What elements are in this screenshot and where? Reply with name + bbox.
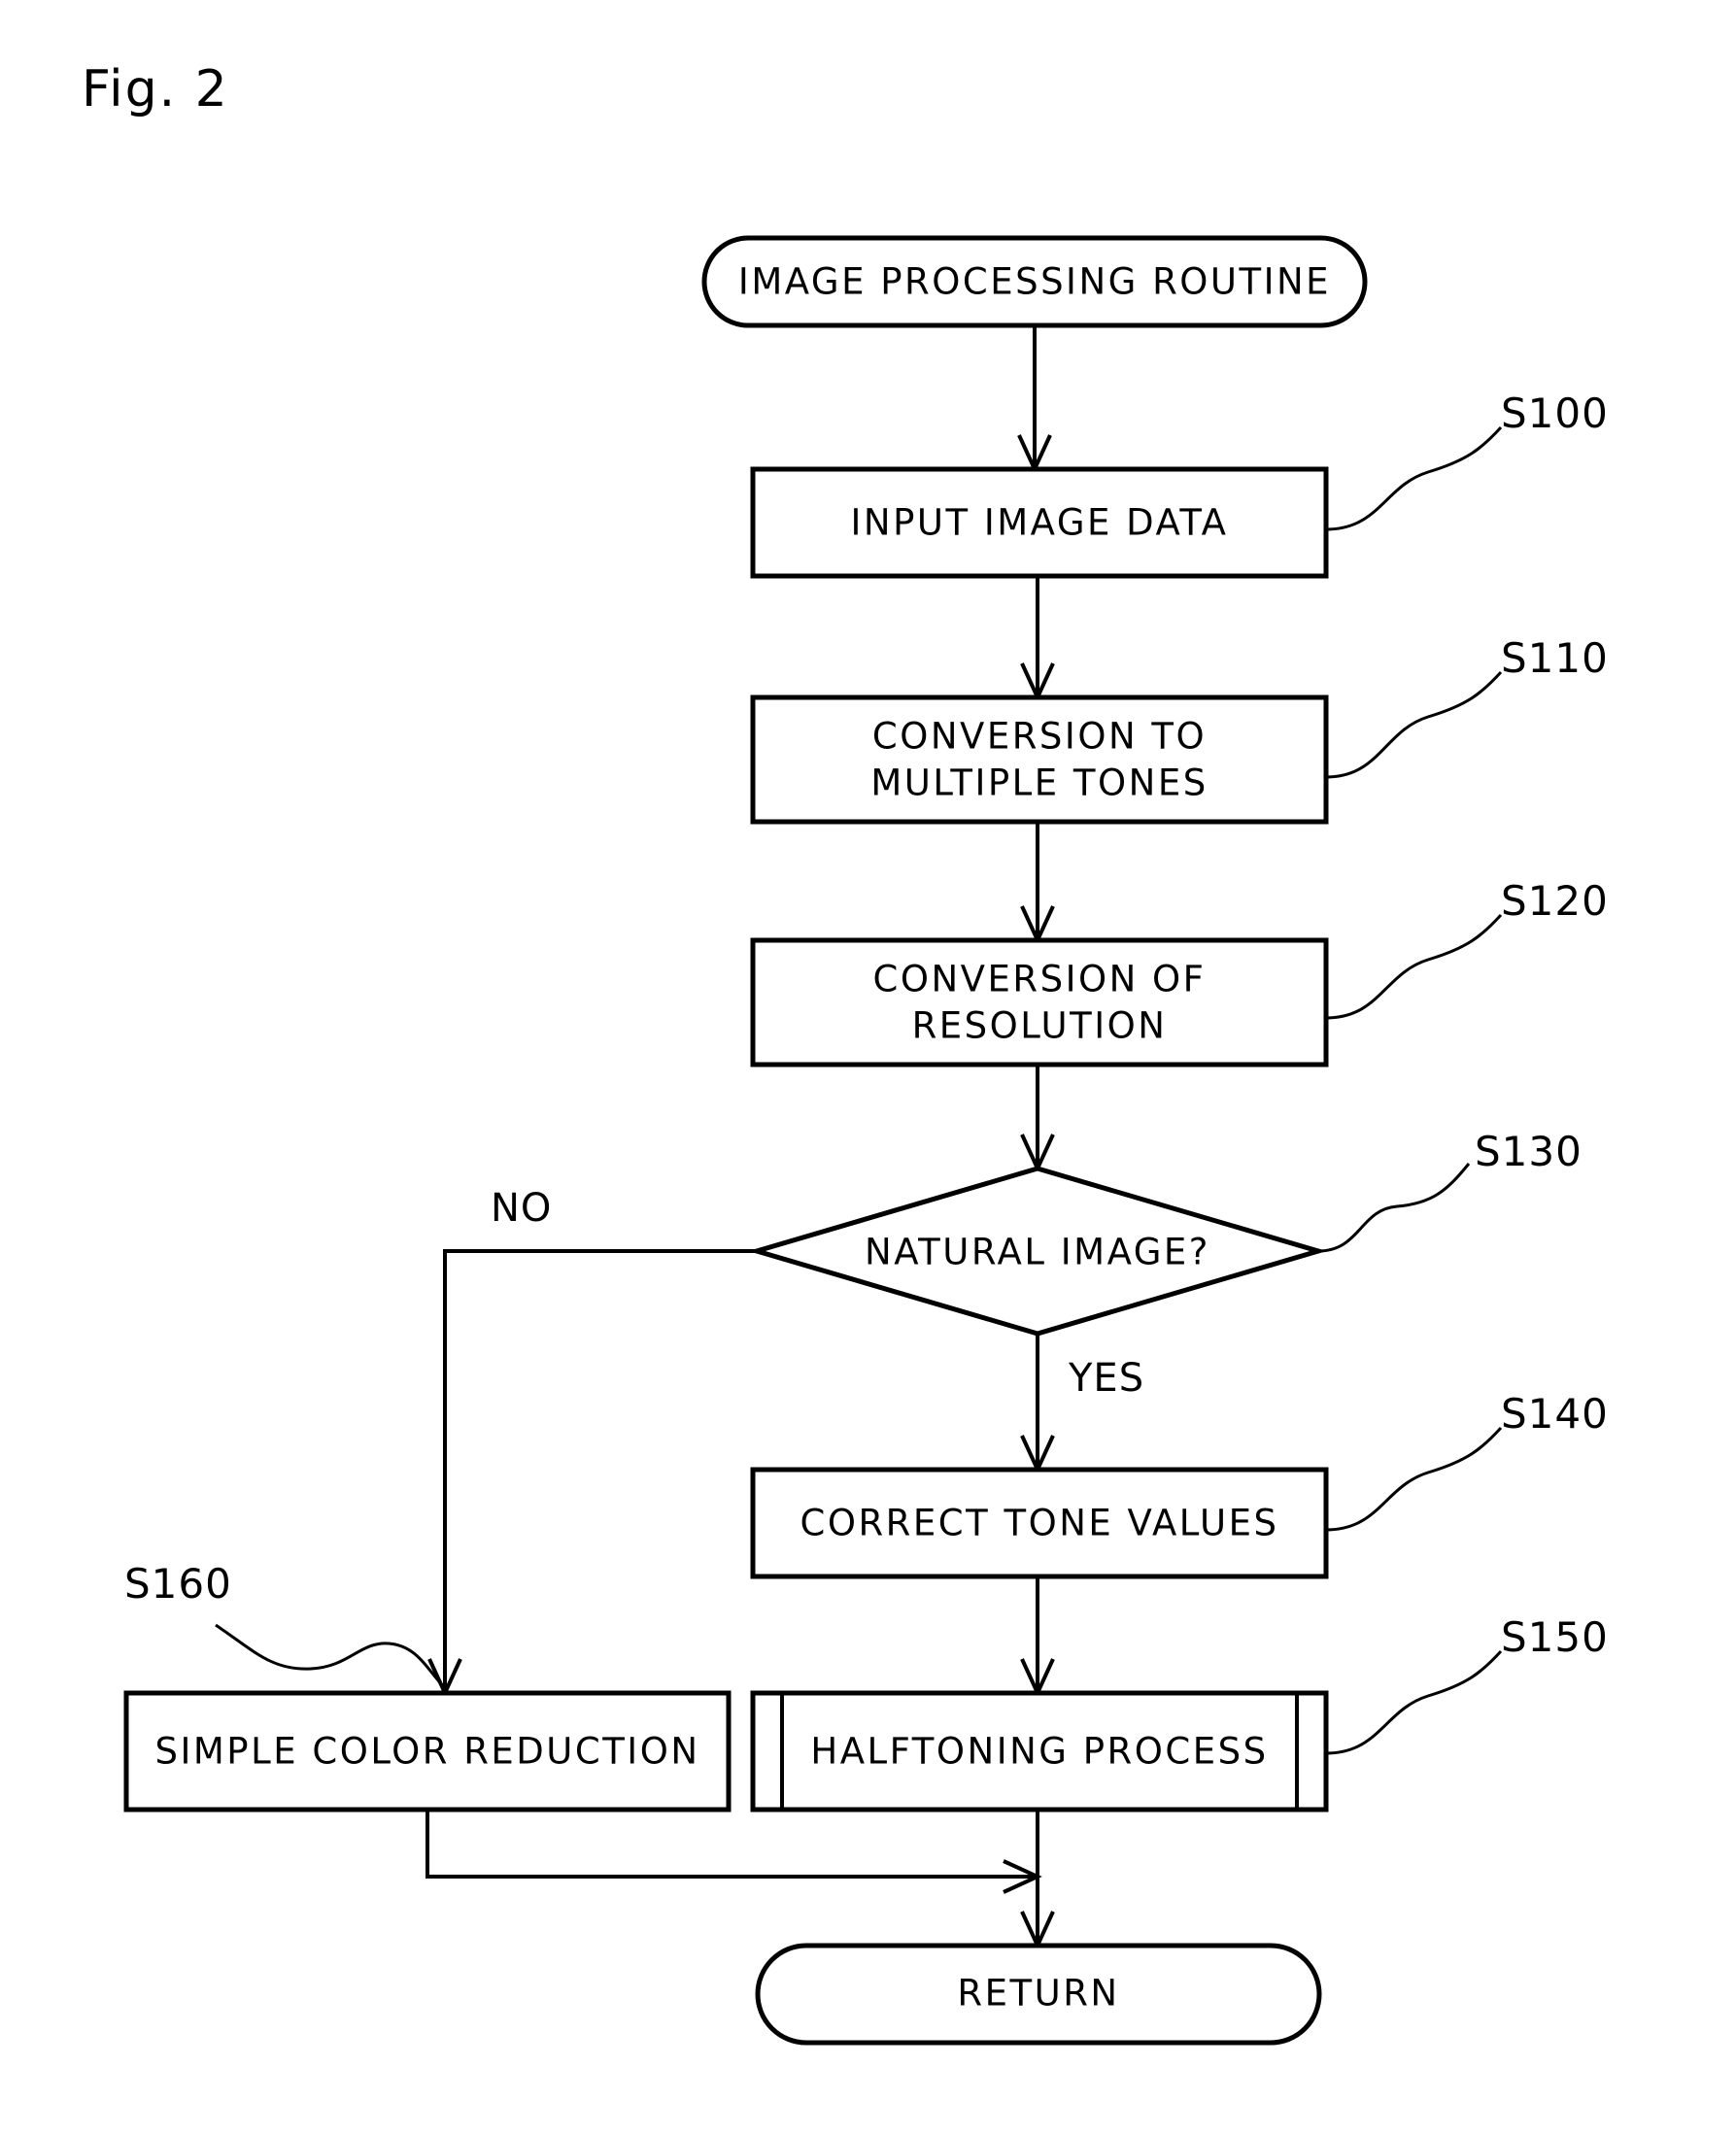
step-label-s150-group: S150	[1325, 1613, 1609, 1755]
return-terminator-label: RETURN	[957, 1973, 1119, 2015]
s150-label: HALFTONING PROCESS	[810, 1731, 1268, 1773]
step-label-s150: S150	[1501, 1613, 1609, 1661]
step-label-s110-group: S110	[1325, 634, 1609, 779]
step-label-s160-group: S160	[124, 1560, 449, 1692]
s120-label-line1: CONVERSION OF	[873, 959, 1207, 1000]
connector-s110-to-s120	[1020, 822, 1055, 945]
s100-label: INPUT IMAGE DATA	[851, 502, 1229, 544]
node-s140: CORRECT TONE VALUES	[750, 1467, 1329, 1579]
step-label-s100: S100	[1501, 390, 1609, 437]
s140-label: CORRECT TONE VALUES	[800, 1503, 1279, 1544]
connector-s100-to-s110	[1020, 576, 1055, 702]
s160-label: SIMPLE COLOR REDUCTION	[154, 1731, 699, 1773]
node-s110: CONVERSION TO MULTIPLE TONES	[750, 694, 1329, 825]
node-s130: NATURAL IMAGE?	[748, 1166, 1327, 1337]
s110-label-line1: CONVERSION TO	[872, 716, 1207, 758]
step-label-s120: S120	[1501, 877, 1609, 925]
s130-label: NATURAL IMAGE?	[865, 1232, 1210, 1273]
start-terminator-label: IMAGE PROCESSING ROUTINE	[738, 261, 1331, 303]
connector-s160-merge	[425, 1810, 1042, 1894]
connector-s120-to-s130	[1020, 1065, 1055, 1173]
step-label-s140: S140	[1501, 1390, 1609, 1438]
node-start: IMAGE PROCESSING ROUTINE	[701, 235, 1368, 328]
connector-no-branch: NO	[427, 1186, 757, 1698]
branch-label-no: NO	[491, 1186, 552, 1231]
branch-label-yes: YES	[1068, 1356, 1144, 1401]
node-s100: INPUT IMAGE DATA	[750, 466, 1329, 579]
step-label-s130-group: S130	[1317, 1128, 1583, 1253]
node-s160: SIMPLE COLOR REDUCTION	[123, 1690, 732, 1812]
step-label-s100-group: S100	[1325, 390, 1609, 531]
step-label-s120-group: S120	[1325, 877, 1609, 1020]
connector-s140-to-s150	[1020, 1576, 1055, 1698]
node-end: RETURN	[755, 1943, 1322, 2046]
step-label-s110: S110	[1501, 634, 1609, 682]
figure-root: Fig. 2 IMAGE PROCESSING ROUTINE INPUT IM…	[0, 0, 1736, 2134]
s120-label-line2: RESOLUTION	[912, 1005, 1168, 1047]
step-label-s160: S160	[124, 1560, 232, 1608]
s110-label-line2: MULTIPLE TONES	[870, 762, 1208, 804]
node-s120: CONVERSION OF RESOLUTION	[750, 937, 1329, 1067]
step-label-s140-group: S140	[1325, 1390, 1609, 1532]
flowchart-canvas: IMAGE PROCESSING ROUTINE INPUT IMAGE DAT…	[123, 235, 1609, 2046]
node-s150: HALFTONING PROCESS	[750, 1690, 1329, 1812]
step-label-s130: S130	[1475, 1128, 1583, 1175]
connector-yes-branch: YES	[1020, 1334, 1144, 1474]
connector-start-to-s100	[1017, 325, 1052, 474]
